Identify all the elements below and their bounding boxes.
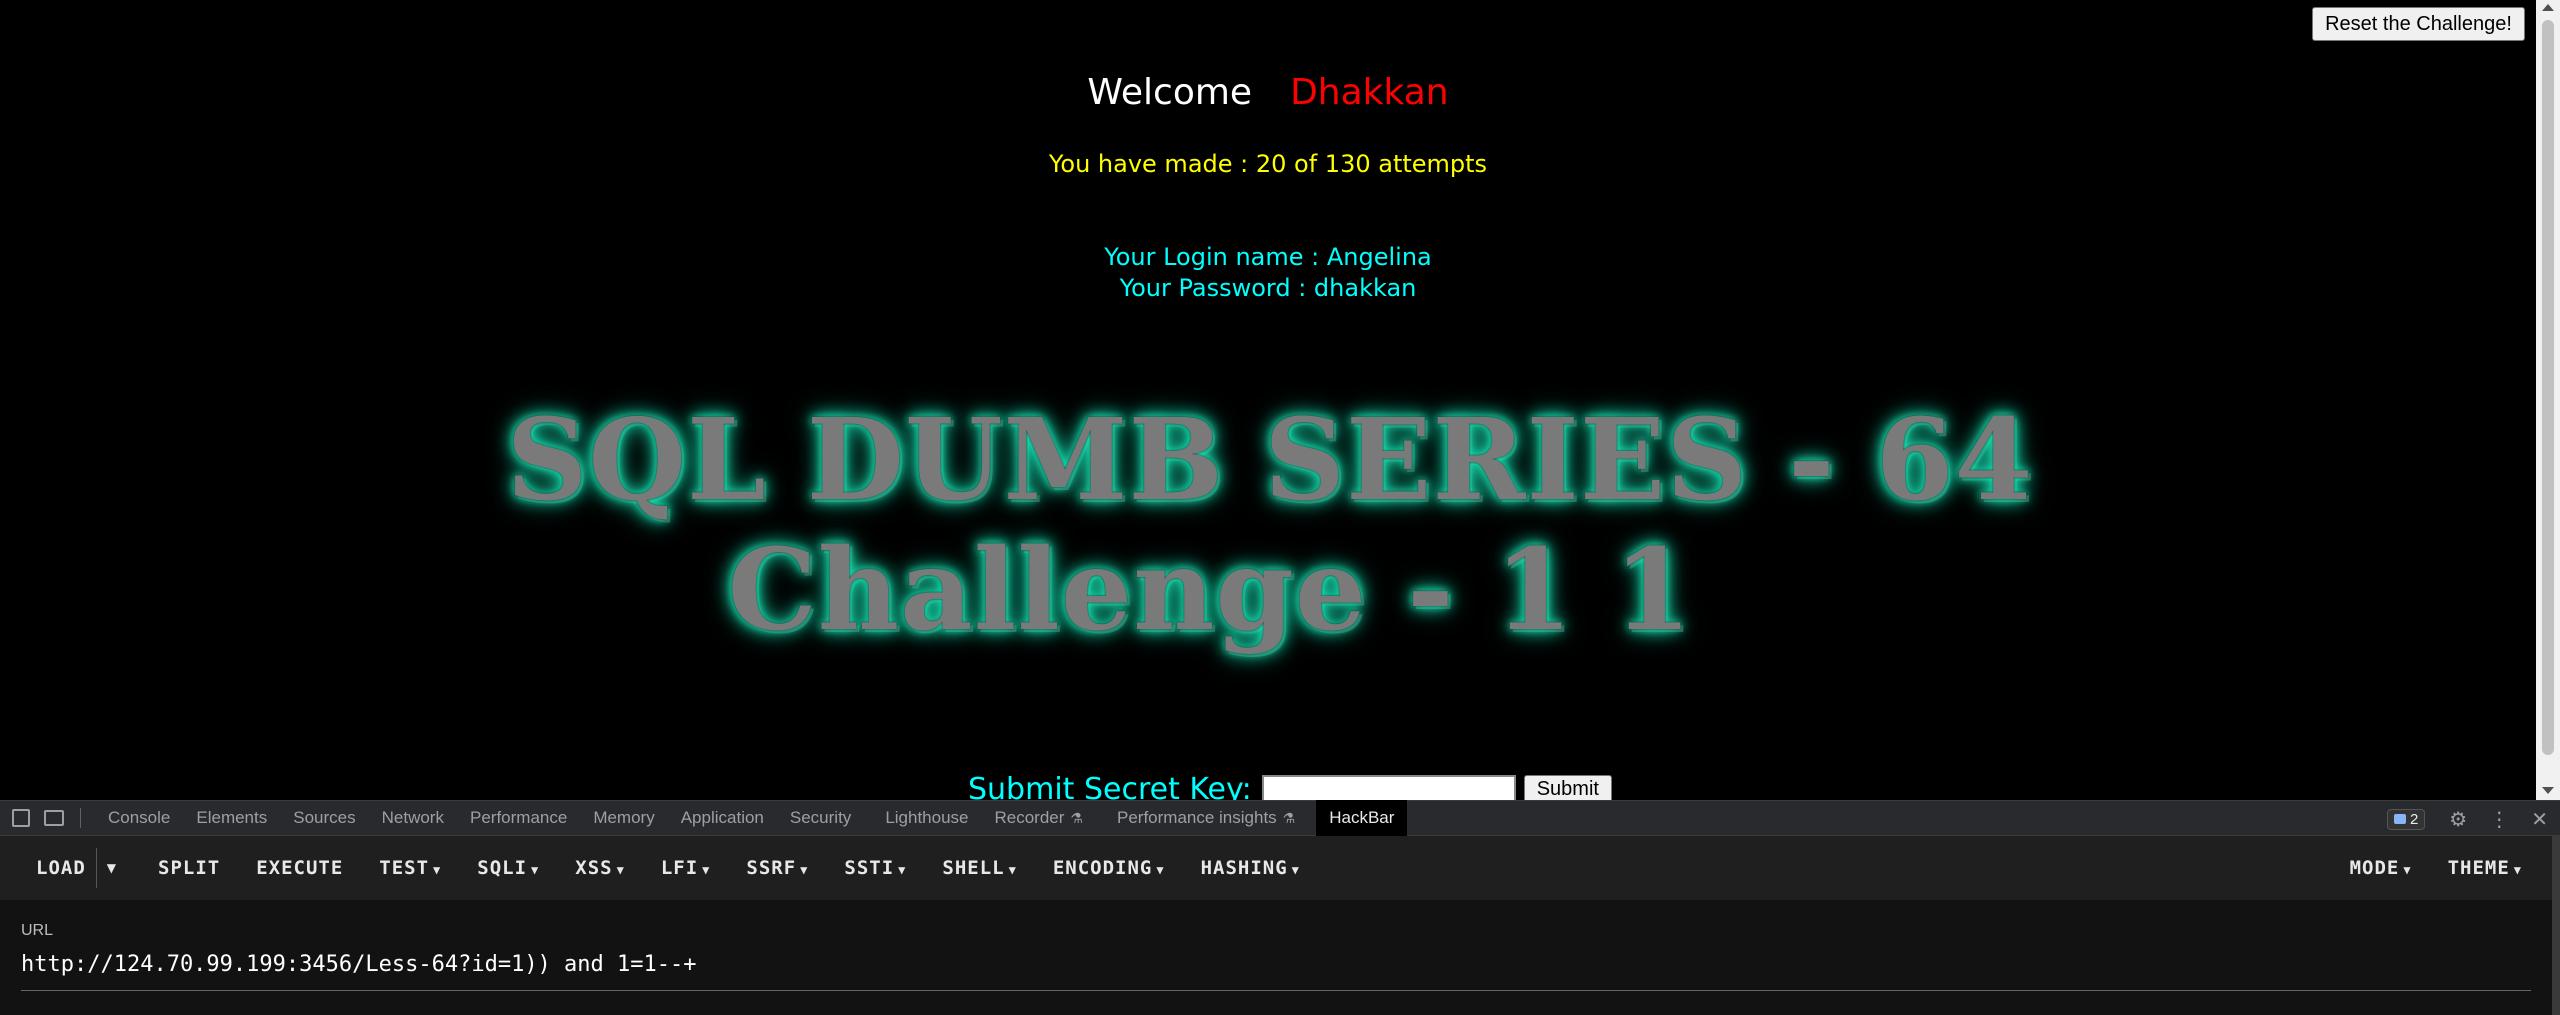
tab-performance[interactable]: Performance — [457, 800, 580, 836]
devtools-panel: Console Elements Sources Network Perform… — [0, 800, 2560, 1015]
hackbar-url-area: URL http://124.70.99.199:3456/Less-64?id… — [0, 900, 2552, 1015]
caret-down-icon: ▼ — [616, 863, 625, 877]
reset-challenge-button[interactable]: Reset the Challenge! — [2312, 7, 2525, 41]
load-dropdown-caret-icon[interactable]: ▼ — [95, 848, 126, 888]
login-info: Your Login name : Angelina Your Password… — [0, 242, 2536, 304]
lfi-menu-label: LFI — [660, 857, 699, 879]
devtools-actions: 2 ⚙ ⋮ ✕ — [2386, 801, 2560, 837]
xss-menu-label: XSS — [575, 857, 613, 879]
tab-network[interactable]: Network — [369, 800, 457, 836]
split-button[interactable]: SPLIT — [140, 857, 238, 879]
load-button[interactable]: LOAD — [0, 857, 96, 879]
scroll-down-icon[interactable] — [2542, 787, 2554, 794]
experiment-flask-icon: ⚗ — [1070, 810, 1083, 826]
gear-icon[interactable]: ⚙ — [2449, 807, 2467, 831]
more-options-icon[interactable]: ⋮ — [2489, 807, 2509, 831]
caret-down-icon: ▼ — [1008, 863, 1017, 877]
caret-down-icon: ▼ — [2513, 863, 2522, 877]
url-label: URL — [21, 922, 54, 939]
tab-security[interactable]: Security — [777, 800, 864, 836]
tab-sources[interactable]: Sources — [280, 800, 368, 836]
password-text: Your Password : dhakkan — [1119, 274, 1417, 302]
banner-subtitle: Challenge - 1 1 — [727, 525, 1693, 656]
inspect-element-icon[interactable] — [12, 809, 30, 827]
devtools-scrollbar[interactable] — [2552, 836, 2560, 1015]
lfi-menu-button[interactable]: LFI ▼ — [643, 857, 729, 879]
tab-performance-insights[interactable]: Performance insights ⚗ — [1104, 800, 1308, 836]
tab-recorder-label: Recorder — [994, 808, 1065, 827]
theme-menu-label: THEME — [2447, 857, 2510, 879]
url-input-underline — [21, 990, 2531, 991]
shell-menu-button[interactable]: SHELL ▼ — [924, 857, 1034, 879]
tab-elements[interactable]: Elements — [183, 800, 280, 836]
caret-down-icon: ▼ — [2403, 863, 2412, 877]
hashing-menu-label: HASHING — [1200, 857, 1288, 879]
hashing-menu-button[interactable]: HASHING ▼ — [1183, 857, 1318, 879]
hackbar-right-menu: MODE ▼ THEME ▼ — [2332, 857, 2552, 879]
welcome-heading: Welcome Dhakkan — [0, 72, 2536, 113]
banner-title: SQL DUMB SERIES - 64 — [506, 395, 2034, 526]
ssti-menu-label: SSTI — [844, 857, 895, 879]
theme-menu-button[interactable]: THEME ▼ — [2430, 857, 2552, 879]
issues-badge[interactable]: 2 — [2386, 808, 2426, 830]
tab-performance-insights-label: Performance insights — [1116, 808, 1277, 827]
ssrf-menu-label: SSRF — [746, 857, 797, 879]
test-menu-button[interactable]: TEST ▼ — [361, 857, 459, 879]
tab-lighthouse[interactable]: Lighthouse — [872, 800, 981, 836]
challenge-banner: SQL DUMB SERIES - 64 Challenge - 1 1 — [460, 395, 2080, 665]
secret-key-input[interactable] — [1261, 774, 1516, 800]
tab-console[interactable]: Console — [95, 800, 183, 836]
encoding-menu-button[interactable]: ENCODING ▼ — [1035, 857, 1183, 879]
tab-hackbar[interactable]: HackBar — [1316, 800, 1408, 836]
close-icon[interactable]: ✕ — [2531, 807, 2548, 831]
caret-down-icon: ▼ — [702, 863, 711, 877]
shell-menu-label: SHELL — [942, 857, 1005, 879]
login-name-text: Your Login name : Angelina — [1104, 243, 1432, 271]
caret-down-icon: ▼ — [800, 863, 809, 877]
encoding-menu-label: ENCODING — [1052, 857, 1153, 879]
issues-count: 2 — [2409, 810, 2419, 828]
tab-application[interactable]: Application — [668, 800, 777, 836]
toolbar-divider — [80, 808, 81, 828]
mode-menu-label: MODE — [2349, 857, 2400, 879]
caret-down-icon: ▼ — [898, 863, 907, 877]
welcome-text: Welcome — [1087, 72, 1253, 113]
caret-down-icon: ▼ — [1291, 863, 1300, 877]
test-menu-label: TEST — [379, 857, 430, 879]
device-toolbar-icon[interactable] — [44, 810, 64, 826]
message-icon — [2393, 814, 2406, 824]
url-input[interactable]: http://124.70.99.199:3456/Less-64?id=1))… — [21, 952, 697, 977]
execute-button[interactable]: EXECUTE — [238, 857, 361, 879]
secret-key-label: Submit Secret Key: — [968, 772, 1252, 800]
devtools-tab-bar: Console Elements Sources Network Perform… — [0, 800, 2560, 836]
attempts-counter: You have made : 20 of 130 attempts — [1048, 150, 1488, 178]
scroll-thumb[interactable] — [2542, 20, 2554, 755]
secret-key-form: Submit Secret Key: Submit — [968, 772, 1612, 800]
submit-button[interactable]: Submit — [1523, 774, 1612, 800]
username-text: Dhakkan — [1290, 72, 1449, 113]
sqli-menu-button[interactable]: SQLI ▼ — [459, 857, 557, 879]
mode-menu-button[interactable]: MODE ▼ — [2332, 857, 2430, 879]
hackbar-toolbar: LOAD ▼ SPLIT EXECUTE TEST ▼ SQLI ▼ XSS ▼ LF… — [0, 836, 2552, 900]
page-viewport: Reset the Challenge! Welcome Dhakkan You … — [0, 0, 2560, 800]
experiment-flask-icon: ⚗ — [1282, 810, 1296, 826]
page-scrollbar[interactable] — [2536, 0, 2560, 800]
ssti-menu-button[interactable]: SSTI ▼ — [826, 857, 924, 879]
caret-down-icon: ▼ — [433, 863, 442, 877]
scroll-up-icon[interactable] — [2542, 4, 2554, 11]
caret-down-icon: ▼ — [531, 863, 540, 877]
tab-memory[interactable]: Memory — [580, 800, 667, 836]
xss-menu-button[interactable]: XSS ▼ — [557, 857, 643, 879]
tab-recorder[interactable]: Recorder ⚗ — [982, 800, 1096, 836]
caret-down-icon: ▼ — [1156, 863, 1165, 877]
sqli-menu-label: SQLI — [477, 857, 528, 879]
ssrf-menu-button[interactable]: SSRF ▼ — [728, 857, 826, 879]
